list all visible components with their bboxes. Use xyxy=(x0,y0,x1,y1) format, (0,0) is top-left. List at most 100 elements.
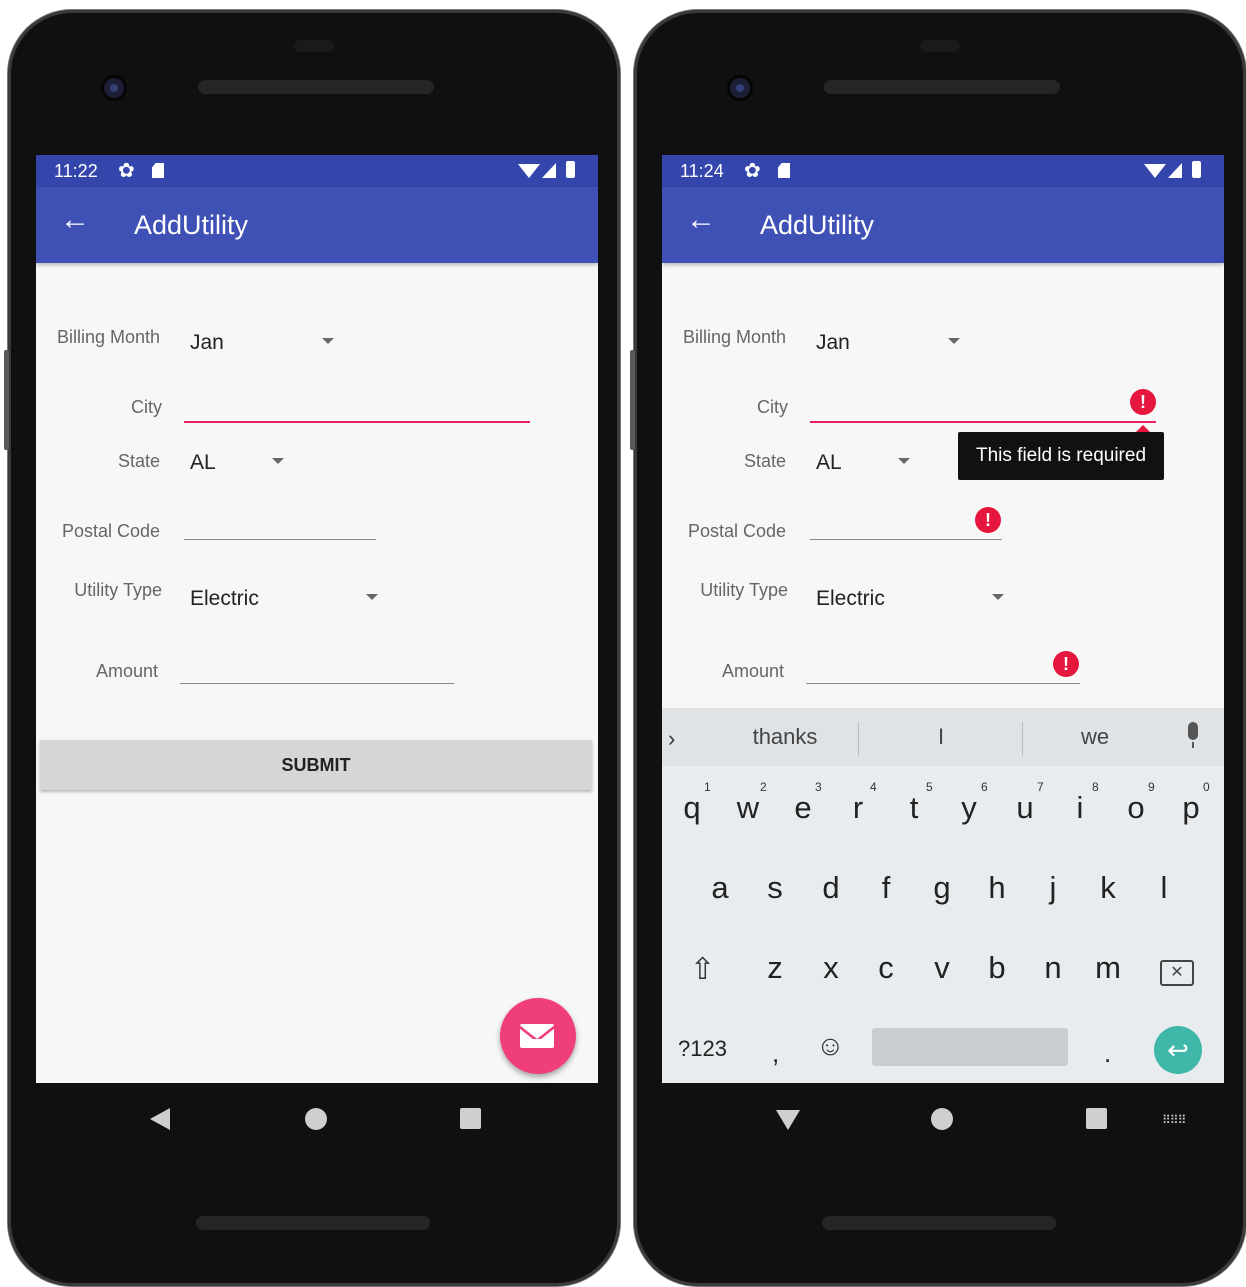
back-arrow-icon[interactable]: ← xyxy=(60,205,90,235)
enter-icon[interactable]: ↩ xyxy=(1154,1026,1202,1074)
page-title: AddUtility xyxy=(134,210,249,240)
space-key[interactable] xyxy=(872,1028,1068,1066)
city-input-underline[interactable] xyxy=(184,421,530,423)
soft-keyboard: › thanks I we q w e r t y u i o p 1 2 3 … xyxy=(662,708,1224,1083)
period-key[interactable]: . xyxy=(1104,1038,1111,1069)
key[interactable]: q xyxy=(672,790,712,826)
key[interactable]: z xyxy=(755,950,795,986)
billing-month-select[interactable]: Jan xyxy=(816,331,850,355)
key-hint: 0 xyxy=(1203,780,1210,794)
key[interactable]: j xyxy=(1033,870,1073,906)
key[interactable]: k xyxy=(1088,870,1128,906)
bottom-speaker xyxy=(822,1216,1056,1230)
billing-month-select[interactable]: Jan xyxy=(190,331,224,355)
key[interactable]: r xyxy=(838,790,878,826)
gear-icon: ✿ xyxy=(744,160,761,182)
earpiece-speaker xyxy=(824,80,1060,94)
suggestion-bar: › thanks I we xyxy=(662,708,1224,766)
back-arrow-icon[interactable]: ← xyxy=(686,205,716,235)
signal-icon xyxy=(542,163,556,178)
sd-card-icon xyxy=(778,163,790,178)
mail-icon xyxy=(520,1024,554,1048)
status-time: 11:24 xyxy=(680,161,724,181)
nav-recents-icon[interactable] xyxy=(1086,1108,1107,1129)
nav-recents-icon[interactable] xyxy=(460,1108,481,1129)
amount-label: Amount xyxy=(95,661,158,681)
status-bar: 11:22 ✿ xyxy=(36,155,598,187)
key[interactable]: m xyxy=(1088,950,1128,986)
key[interactable]: n xyxy=(1033,950,1073,986)
screen-right: 11:24 ✿ ← AddUtility Billing Month Jan C… xyxy=(662,155,1224,1083)
mic-icon[interactable] xyxy=(1188,722,1198,748)
key[interactable]: x xyxy=(811,950,851,986)
city-label: City xyxy=(757,397,788,417)
app-bar: ← AddUtility xyxy=(36,187,598,263)
symbols-key[interactable]: ?123 xyxy=(678,1036,727,1062)
divider xyxy=(858,722,859,756)
key[interactable]: i xyxy=(1060,790,1100,826)
battery-icon xyxy=(1192,161,1201,178)
key[interactable]: u xyxy=(1005,790,1045,826)
key[interactable]: y xyxy=(949,790,989,826)
chevron-down-icon[interactable] xyxy=(272,458,284,464)
nav-hide-keyboard-icon[interactable] xyxy=(776,1110,800,1130)
state-select[interactable]: AL xyxy=(816,451,842,475)
key[interactable]: s xyxy=(755,870,795,906)
utility-type-label: Utility Type xyxy=(74,580,162,600)
key[interactable]: a xyxy=(700,870,740,906)
shift-icon[interactable]: ⇧ xyxy=(690,952,715,987)
key[interactable]: t xyxy=(894,790,934,826)
chevron-down-icon[interactable] xyxy=(898,458,910,464)
key[interactable]: w xyxy=(728,790,768,826)
chevron-down-icon[interactable] xyxy=(948,338,960,344)
suggestion-item[interactable]: I xyxy=(888,724,994,750)
chevron-down-icon[interactable] xyxy=(992,594,1004,600)
key[interactable]: f xyxy=(866,870,906,906)
key[interactable]: p xyxy=(1171,790,1211,826)
submit-button[interactable]: SUBMIT xyxy=(40,740,592,790)
suggestion-item[interactable]: thanks xyxy=(732,724,838,750)
state-select[interactable]: AL xyxy=(190,451,216,475)
key[interactable]: b xyxy=(977,950,1017,986)
proximity-sensor xyxy=(920,40,960,52)
app-bar: ← AddUtility xyxy=(662,187,1224,263)
suggestion-item[interactable]: we xyxy=(1042,724,1148,750)
amount-underline[interactable] xyxy=(180,683,454,684)
key[interactable]: c xyxy=(866,950,906,986)
sd-card-icon xyxy=(152,163,164,178)
page-title: AddUtility xyxy=(760,210,875,240)
error-icon: ! xyxy=(1053,651,1079,677)
key-hint: 3 xyxy=(815,780,822,794)
backspace-icon[interactable]: ✕ xyxy=(1160,960,1194,986)
city-input-underline[interactable] xyxy=(810,421,1156,423)
error-tooltip: This field is required xyxy=(958,425,1165,480)
chevron-down-icon[interactable] xyxy=(366,594,378,600)
nav-home-icon[interactable] xyxy=(931,1108,953,1130)
billing-month-label: Billing Month xyxy=(56,327,160,347)
key[interactable]: e xyxy=(783,790,823,826)
amount-underline[interactable] xyxy=(806,683,1080,684)
nav-bar xyxy=(8,1100,620,1156)
fab-mail-button[interactable] xyxy=(500,998,576,1074)
chevron-right-icon[interactable]: › xyxy=(668,726,675,752)
chevron-down-icon[interactable] xyxy=(322,338,334,344)
utility-type-select[interactable]: Electric xyxy=(816,587,885,611)
key[interactable]: g xyxy=(922,870,962,906)
nav-back-icon[interactable] xyxy=(150,1108,170,1130)
state-label: State xyxy=(743,451,786,471)
emoji-icon[interactable]: ☺ xyxy=(816,1030,845,1062)
postal-code-underline[interactable] xyxy=(184,539,376,540)
postal-code-underline[interactable] xyxy=(810,539,1002,540)
keyboard-switch-icon[interactable]: ⠿⠿⠿ xyxy=(1162,1114,1186,1126)
key[interactable]: d xyxy=(811,870,851,906)
key[interactable]: h xyxy=(977,870,1017,906)
key[interactable]: l xyxy=(1144,870,1184,906)
key-hint: 4 xyxy=(870,780,877,794)
utility-type-select[interactable]: Electric xyxy=(190,587,259,611)
billing-month-label: Billing Month xyxy=(682,327,786,347)
wifi-icon xyxy=(1144,164,1166,178)
comma-key[interactable]: , xyxy=(772,1038,779,1069)
key[interactable]: v xyxy=(922,950,962,986)
key[interactable]: o xyxy=(1116,790,1156,826)
nav-home-icon[interactable] xyxy=(305,1108,327,1130)
